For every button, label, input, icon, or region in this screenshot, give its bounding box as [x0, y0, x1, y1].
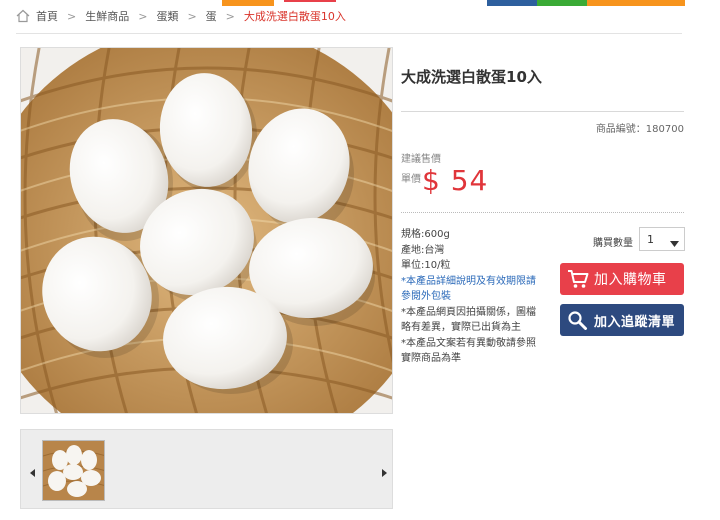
- quantity-select[interactable]: 1: [639, 227, 685, 251]
- breadcrumb-separator: >: [67, 9, 77, 23]
- product-code: 商品編號：180700: [595, 124, 684, 135]
- top-nav-strip: [0, 0, 720, 6]
- product-main-image[interactable]: [20, 47, 393, 414]
- quantity-label: 購買數量: [593, 238, 633, 249]
- top-strip-green: [537, 0, 587, 6]
- price-value: $ 54: [422, 164, 489, 197]
- quantity-value: 1: [647, 233, 654, 246]
- price-divider: [401, 212, 684, 213]
- thumbnail-carousel: [20, 429, 393, 509]
- breadcrumb-home[interactable]: 首頁: [36, 8, 58, 24]
- title-divider: [401, 111, 684, 112]
- spec-note-photo: *本產品網頁因拍攝關係，圖檔略有差異，實際已出貨為主: [401, 306, 536, 334]
- add-to-tracking-list-button[interactable]: 加入追蹤清單: [560, 304, 684, 336]
- breadcrumb-fresh-goods[interactable]: 生鮮商品: [85, 8, 129, 24]
- breadcrumb-divider: [16, 33, 682, 34]
- top-strip-orange-2: [587, 0, 685, 6]
- spec-unit: 單位:10/粒: [401, 260, 451, 271]
- top-strip-orange: [222, 0, 274, 6]
- breadcrumb-eggs-category[interactable]: 蛋類: [156, 8, 178, 24]
- spec-details-link[interactable]: *本產品詳細說明及有效期限請參閱外包裝: [401, 274, 541, 305]
- add-to-cart-button[interactable]: 加入購物車: [560, 263, 684, 295]
- top-strip-red: [284, 0, 336, 2]
- breadcrumb-current-product: 大成洗選白散蛋10入: [243, 10, 346, 23]
- add-to-cart-label: 加入購物車: [594, 272, 667, 288]
- breadcrumb-separator: >: [138, 9, 148, 23]
- home-icon[interactable]: [16, 9, 30, 23]
- suggested-price-label: 建議售價: [401, 154, 441, 165]
- chevron-down-icon: [670, 237, 679, 247]
- breadcrumb-separator: >: [187, 9, 197, 23]
- top-strip-blue: [487, 0, 537, 6]
- magnifier-icon: [567, 310, 589, 330]
- spec-note-copy: *本產品文案若有異動敬請參照實際商品為準: [401, 337, 536, 365]
- unit-price-label: 單價: [401, 174, 421, 185]
- breadcrumb: 首頁 > 生鮮商品 > 蛋類 > 蛋 > 大成洗選白散蛋10入: [16, 8, 346, 24]
- product-thumbnail[interactable]: [42, 440, 105, 501]
- product-specs: 規格:600g 產地:台灣 單位:10/粒 *本產品詳細說明及有效期限請參閱外包…: [401, 227, 541, 367]
- breadcrumb-separator: >: [225, 9, 235, 23]
- add-to-tracking-list-label: 加入追蹤清單: [594, 314, 676, 330]
- cart-icon: [567, 269, 589, 289]
- spec-weight: 規格:600g: [401, 229, 450, 240]
- triangle-left-icon[interactable]: [27, 464, 39, 477]
- breadcrumb-egg[interactable]: 蛋: [206, 8, 217, 24]
- spec-origin: 產地:台灣: [401, 244, 445, 256]
- product-title: 大成洗選白散蛋10入: [401, 68, 542, 86]
- triangle-right-icon[interactable]: [378, 464, 390, 477]
